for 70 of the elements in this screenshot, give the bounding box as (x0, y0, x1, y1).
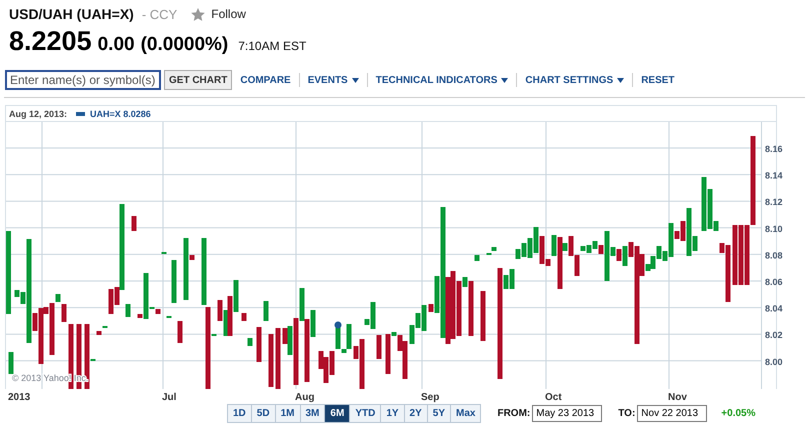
candle (248, 338, 252, 346)
x-axis-label: Oct (545, 392, 562, 403)
candle (268, 334, 274, 387)
caret-icon (501, 78, 508, 82)
y-axis-label: 8.10 (765, 224, 783, 234)
quote-time: 7:10AM EST (238, 39, 306, 53)
range-tab[interactable]: 1M (274, 405, 300, 422)
candle (8, 352, 14, 374)
y-axis-label: 8.02 (765, 330, 783, 340)
y-axis-label: 8.16 (765, 144, 783, 154)
dropdown-menu[interactable]: EVENTS (300, 74, 367, 86)
range-tab[interactable]: Max (450, 405, 480, 422)
symbol-search-field[interactable]: Enter name(s) or symbol(s) (5, 70, 161, 90)
y-axis-label: 8.06 (765, 277, 783, 287)
to-label: TO: (618, 408, 636, 419)
candle (178, 321, 182, 343)
y-axis-label: 8.12 (765, 197, 783, 208)
crosshair-date: Aug 12, 2013: (9, 108, 68, 118)
price-value: 8.2205 (9, 26, 92, 57)
quote-title: USD/UAH (UAH=X) (9, 6, 134, 22)
range-tab[interactable]: 5D (250, 405, 275, 422)
candle (480, 291, 486, 341)
range-tab[interactable]: 5Y (426, 405, 450, 422)
x-axis-label: Nov (668, 392, 687, 403)
candle (242, 313, 246, 321)
x-axis-label: Sep (421, 392, 440, 403)
y-axis-label: 8.14 (765, 170, 783, 181)
candle (68, 324, 74, 389)
candle (264, 301, 268, 321)
y-axis-label: 8.00 (765, 356, 783, 367)
get-chart-button[interactable]: GET CHART (164, 70, 232, 90)
caret-icon (617, 78, 624, 82)
y-axis-label: 8.08 (765, 250, 783, 260)
dropdown-menu[interactable]: CHART SETTINGS (517, 74, 632, 86)
exchange-label: - CCY (142, 6, 178, 22)
candle (474, 255, 480, 261)
from-label: FROM: (497, 408, 530, 419)
candle (492, 247, 496, 251)
range-tab[interactable]: 1D (228, 405, 251, 422)
range-tab[interactable]: 2Y (404, 405, 427, 422)
legend-label: UAH=X 8.0286 (90, 108, 151, 118)
dropdown-menu[interactable]: TECHNICAL INDICATORS (368, 74, 516, 86)
price-change-percent: (0.0000%) (140, 34, 228, 56)
candle (62, 304, 66, 322)
star-icon (191, 8, 206, 20)
x-axis-label: Aug (295, 392, 314, 403)
x-axis-label: 2013 (8, 392, 30, 403)
range-tab[interactable]: YTD (349, 405, 380, 422)
period-change: +0.05% (721, 408, 756, 419)
candle (376, 335, 382, 359)
candle (276, 328, 280, 389)
candle (256, 327, 262, 362)
range-tab[interactable]: 1Y (380, 405, 404, 422)
data-point-marker (334, 322, 342, 328)
candle (126, 304, 130, 317)
caret-icon (352, 78, 359, 82)
price-change: 0.00 (98, 34, 135, 56)
candle (172, 260, 176, 303)
toolbar-link[interactable]: RESET (633, 74, 683, 86)
toolbar-link[interactable]: COMPARE (232, 74, 299, 86)
candle (132, 216, 136, 231)
x-axis-label: Jul (162, 392, 176, 403)
range-tab[interactable]: 6M (324, 405, 350, 422)
candle (202, 238, 206, 305)
y-axis-label: 8.04 (765, 304, 783, 314)
range-tab[interactable]: 3M (300, 405, 324, 422)
candle (96, 331, 102, 335)
to-date-field[interactable]: Nov 22 2013 (637, 405, 708, 422)
from-date-field[interactable]: May 23 2013 (532, 405, 602, 422)
follow-button[interactable]: Follow (183, 7, 246, 21)
